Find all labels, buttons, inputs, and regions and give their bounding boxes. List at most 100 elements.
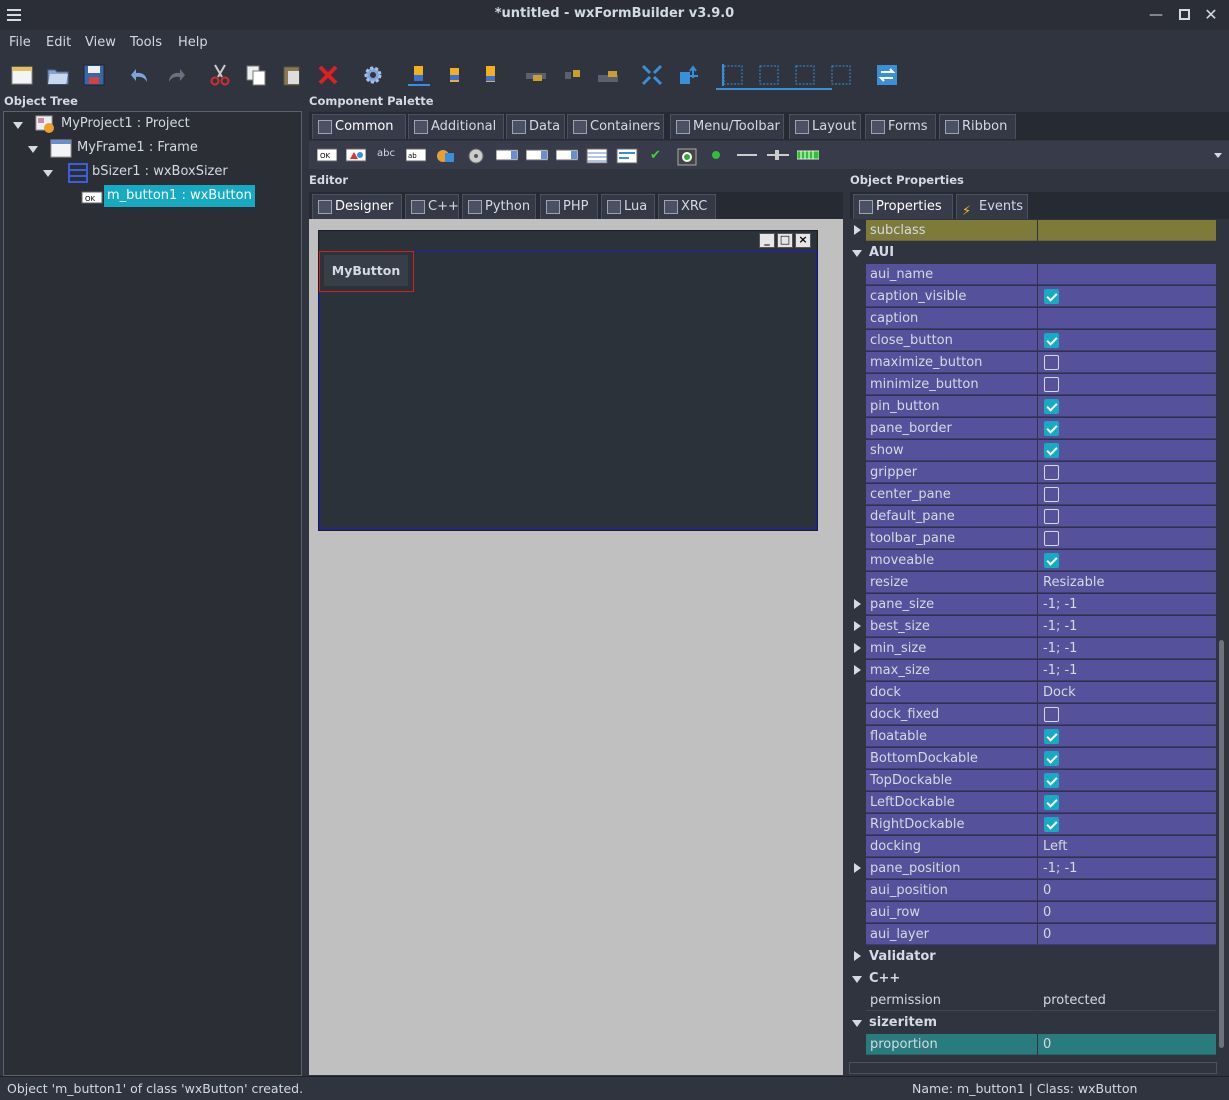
property-checkbox[interactable] — [1044, 377, 1059, 392]
property-row[interactable]: subclass — [850, 220, 1217, 242]
property-value[interactable] — [1038, 396, 1216, 417]
expand-icon[interactable] — [641, 64, 663, 86]
property-row[interactable]: gripper — [850, 462, 1217, 484]
property-value[interactable] — [1038, 220, 1216, 241]
property-row[interactable]: dock_fixed — [850, 704, 1217, 726]
property-row[interactable]: TopDockable — [850, 770, 1217, 792]
property-row[interactable]: pin_button — [850, 396, 1217, 418]
property-category[interactable]: AUI — [850, 242, 1217, 264]
property-checkbox[interactable] — [1044, 399, 1059, 414]
property-row[interactable]: caption_visible — [850, 286, 1217, 308]
border-top-icon[interactable] — [794, 64, 816, 86]
new-project-icon[interactable] — [11, 64, 33, 86]
gauge-icon[interactable] — [796, 148, 820, 162]
property-checkbox[interactable] — [1044, 773, 1059, 788]
designer-button[interactable]: MyButton — [324, 255, 408, 286]
radio-box-icon[interactable] — [616, 148, 638, 164]
property-row[interactable]: default_pane — [850, 506, 1217, 528]
property-checkbox[interactable] — [1044, 509, 1059, 524]
property-row[interactable]: minimize_button — [850, 374, 1217, 396]
tab-ribbon[interactable]: Ribbon — [939, 114, 1016, 139]
tree-node-frame[interactable]: MyFrame1 : Frame — [77, 137, 198, 159]
property-row[interactable]: show — [850, 440, 1217, 462]
collapse-arrow-icon[interactable] — [852, 1020, 862, 1027]
undo-icon[interactable] — [129, 64, 151, 86]
property-value[interactable] — [1038, 264, 1216, 285]
property-value[interactable]: -1; -1 — [1038, 638, 1216, 659]
expand-arrow-icon[interactable] — [28, 146, 38, 153]
property-value[interactable] — [1038, 506, 1216, 527]
expand-arrow-icon[interactable] — [43, 170, 53, 177]
expand-arrow-icon[interactable] — [854, 599, 861, 609]
property-row[interactable]: pane_size -1; -1 — [850, 594, 1217, 616]
property-row[interactable]: dock Dock — [850, 682, 1217, 704]
property-row[interactable]: aui_row 0 — [850, 902, 1217, 924]
paste-icon[interactable] — [281, 64, 303, 86]
property-row[interactable]: docking Left — [850, 836, 1217, 858]
property-value[interactable] — [1038, 374, 1216, 395]
stretch-icon[interactable] — [677, 64, 699, 86]
property-value[interactable]: -1; -1 — [1038, 660, 1216, 681]
checkbox-icon[interactable]: ✔ — [650, 148, 670, 163]
property-value[interactable] — [1038, 770, 1216, 791]
tab-lua[interactable]: Lua — [601, 194, 655, 219]
property-checkbox[interactable] — [1044, 795, 1059, 810]
combo-box-icon[interactable] — [466, 148, 486, 164]
text-ctrl-icon[interactable]: ab — [405, 148, 427, 162]
align-bottom-icon[interactable] — [597, 64, 619, 86]
tab-events[interactable]: ⚡ Events — [956, 194, 1028, 219]
list-ctrl-icon[interactable] — [586, 148, 608, 164]
tab-additional[interactable]: Additional — [408, 114, 504, 139]
property-category[interactable]: Validator — [850, 946, 1217, 968]
property-row[interactable]: max_size -1; -1 — [850, 660, 1217, 682]
tab-python[interactable]: Python — [462, 194, 536, 219]
toggle-orientation-icon[interactable] — [876, 64, 898, 86]
redo-icon[interactable] — [165, 64, 187, 86]
align-center-v-icon[interactable] — [561, 64, 583, 86]
property-value[interactable]: 0 — [1038, 902, 1216, 923]
property-value[interactable]: -1; -1 — [1038, 858, 1216, 879]
property-checkbox[interactable] — [1044, 487, 1059, 502]
delete-icon[interactable] — [317, 64, 339, 86]
radio-dot-icon[interactable] — [709, 148, 729, 162]
expand-arrow-icon[interactable] — [854, 951, 861, 961]
property-row[interactable]: close_button — [850, 330, 1217, 352]
list-box-icon[interactable] — [525, 148, 549, 162]
property-checkbox[interactable] — [1044, 421, 1059, 436]
property-value[interactable] — [1038, 814, 1216, 835]
border-right-icon[interactable] — [758, 64, 780, 86]
tab-common[interactable]: Common — [312, 114, 406, 139]
property-value[interactable] — [1038, 352, 1216, 373]
property-checkbox[interactable] — [1044, 707, 1059, 722]
property-value[interactable]: 0 — [1038, 880, 1216, 901]
collapse-arrow-icon[interactable] — [852, 976, 862, 983]
expand-arrow-icon[interactable] — [13, 122, 23, 129]
spin-ctrl-icon[interactable] — [555, 148, 579, 162]
close-icon[interactable]: ✕ — [1201, 5, 1221, 25]
choice-icon[interactable] — [495, 148, 519, 162]
tab-properties[interactable]: Properties — [853, 194, 953, 219]
tab-containers[interactable]: Containers — [567, 114, 664, 139]
tree-node-button[interactable]: m_button1 : wxButton — [104, 185, 255, 207]
tab-layout[interactable]: Layout — [789, 114, 861, 139]
menu-help[interactable]: Help — [178, 35, 208, 50]
property-value[interactable] — [1038, 550, 1216, 571]
property-checkbox[interactable] — [1044, 465, 1059, 480]
tab-php[interactable]: PHP — [540, 194, 598, 219]
expand-arrow-icon[interactable] — [854, 621, 861, 631]
property-row[interactable]: permission protected — [850, 990, 1217, 1012]
property-row[interactable]: center_pane — [850, 484, 1217, 506]
property-checkbox[interactable] — [1044, 531, 1059, 546]
radio-button-icon[interactable] — [677, 148, 697, 166]
property-value[interactable] — [1038, 330, 1216, 351]
property-checkbox[interactable] — [1044, 289, 1059, 304]
property-checkbox[interactable] — [1044, 333, 1059, 348]
open-project-icon[interactable] — [47, 64, 69, 86]
bitmap-button-icon[interactable] — [345, 148, 367, 162]
property-value[interactable] — [1038, 440, 1216, 461]
expand-arrow-icon[interactable] — [854, 225, 861, 235]
menu-edit[interactable]: Edit — [46, 35, 71, 50]
maximize-icon[interactable] — [1174, 5, 1194, 25]
expand-arrow-icon[interactable] — [854, 863, 861, 873]
align-top-icon[interactable] — [525, 64, 547, 86]
